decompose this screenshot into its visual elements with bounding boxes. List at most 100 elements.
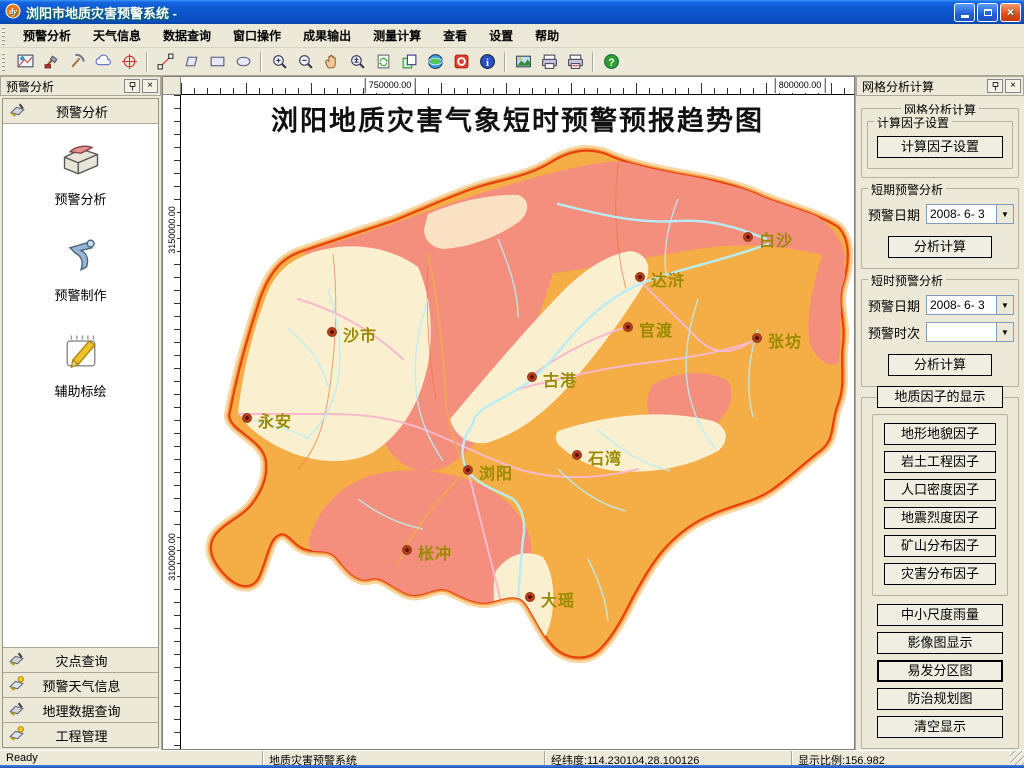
bar-label: 地理数据查询 <box>33 701 130 720</box>
menu-warning-analysis[interactable]: 预警分析 <box>12 24 82 47</box>
map-canvas[interactable]: 浏阳地质灾害气象短时预警预报趋势图 白沙 达浒 官渡 张坊 沙市 古港 永安 石… <box>181 95 854 749</box>
warning-time-combo[interactable]: ▼ <box>926 322 1014 342</box>
minimize-button[interactable] <box>954 3 975 22</box>
close-icon[interactable]: × <box>1005 79 1021 93</box>
tool-warning-make[interactable]: 预警制作 <box>3 234 158 304</box>
warning-analysis-icon[interactable] <box>12 50 38 74</box>
imagery-button[interactable]: 影像图显示 <box>877 632 1003 654</box>
svg-text:dy: dy <box>9 7 17 16</box>
rainfall-button[interactable]: 中小尺度雨量 <box>877 604 1003 626</box>
map-title: 浏阳地质灾害气象短时预警预报趋势图 <box>181 99 854 138</box>
locate-target-icon[interactable] <box>116 50 142 74</box>
refresh-page-icon[interactable] <box>370 50 396 74</box>
bar-geo-data-query[interactable]: 地理数据查询 <box>3 697 158 722</box>
resize-grip[interactable] <box>1010 751 1024 765</box>
menu-help[interactable]: 帮助 <box>524 24 570 47</box>
prevention-plan-button[interactable]: 防治规划图 <box>877 688 1003 710</box>
close-icon[interactable]: × <box>142 79 158 93</box>
population-factor-button[interactable]: 人口密度因子 <box>884 479 996 501</box>
zoom-extent-icon[interactable] <box>344 50 370 74</box>
pick-tool-icon[interactable] <box>64 50 90 74</box>
menu-bar: 预警分析 天气信息 数据查询 窗口操作 成果输出 测量计算 查看 设置 帮助 <box>0 24 1024 48</box>
geo-factor-display-button[interactable]: 地质因子的显示 <box>877 386 1003 408</box>
print-icon[interactable] <box>536 50 562 74</box>
weather-icon <box>8 725 25 745</box>
menu-settings[interactable]: 设置 <box>478 24 524 47</box>
svg-text:i: i <box>486 58 489 69</box>
geotech-factor-button[interactable]: 岩土工程因子 <box>884 451 996 473</box>
status-scale: 显示比例:156.982 <box>792 751 1010 765</box>
terrain-factor-button[interactable]: 地形地貌因子 <box>884 423 996 445</box>
draw-line-icon[interactable] <box>152 50 178 74</box>
pin-icon[interactable] <box>987 79 1003 93</box>
analyze-button-short-term[interactable]: 分析计算 <box>888 236 992 258</box>
susceptibility-map-button[interactable]: 易发分区图 <box>877 660 1003 682</box>
menu-view[interactable]: 查看 <box>432 24 478 47</box>
info-icon[interactable]: i <box>474 50 500 74</box>
clear-display-button[interactable]: 清空显示 <box>877 716 1003 738</box>
mine-factor-button[interactable]: 矿山分布因子 <box>884 535 996 557</box>
weather-icon <box>8 675 25 695</box>
close-button[interactable]: × <box>1000 3 1021 22</box>
chevron-down-icon[interactable]: ▼ <box>996 296 1013 314</box>
toolbar-grip[interactable] <box>2 53 9 71</box>
disaster-factor-button[interactable]: 灾害分布因子 <box>884 563 996 585</box>
chevron-down-icon[interactable]: ▼ <box>996 205 1013 223</box>
tool-aux-plot[interactable]: 辅助标绘 <box>3 330 158 400</box>
draw-rectangle-icon[interactable] <box>204 50 230 74</box>
left-section-label: 预警分析 <box>34 102 130 121</box>
print-preview-icon[interactable] <box>562 50 588 74</box>
nowcast-group: 短时预警分析 预警日期 2008- 6- 3 ▼ 预警时次 ▼ 分析计算 <box>861 279 1019 387</box>
cloud-annotation-icon[interactable] <box>90 50 116 74</box>
menu-data-query[interactable]: 数据查询 <box>152 24 222 47</box>
analyze-button-nowcast[interactable]: 分析计算 <box>888 354 992 376</box>
factor-buttons-box: 地形地貌因子 岩土工程因子 人口密度因子 地震烈度因子 矿山分布因子 灾害分布因… <box>872 414 1008 596</box>
bar-project-management[interactable]: 工程管理 <box>3 722 158 747</box>
right-panel-header: 网格分析计算 × <box>856 76 1024 96</box>
left-section-header[interactable]: 预警分析 <box>3 99 158 124</box>
menu-result-output[interactable]: 成果输出 <box>292 24 362 47</box>
svg-text:?: ? <box>608 57 614 69</box>
ruler-left: 3150000.00 3100000.00 <box>163 95 181 749</box>
warning-date-combo[interactable]: 2008- 6- 3 ▼ <box>926 204 1014 224</box>
tool-label: 预警分析 <box>54 189 106 208</box>
menu-measure-calc[interactable]: 测量计算 <box>362 24 432 47</box>
factor-settings-button[interactable]: 计算因子设置 <box>877 136 1003 158</box>
chevron-down-icon[interactable]: ▼ <box>996 323 1013 341</box>
image-view-icon[interactable] <box>510 50 536 74</box>
stop-record-icon[interactable] <box>448 50 474 74</box>
tool-warning-analysis[interactable]: 预警分析 <box>3 138 158 208</box>
book-icon <box>59 138 103 185</box>
zoom-in-icon[interactable] <box>266 50 292 74</box>
left-panel: 预警分析 × 预警分析 预警分析 预警制作 辅助标绘 <box>0 76 162 750</box>
plotter-icon <box>8 650 25 670</box>
seismic-factor-button[interactable]: 地震烈度因子 <box>884 507 996 529</box>
right-panel: 网格分析计算 × 网格分析计算 计算因子设置 计算因子设置 短期预警分析 预警日… <box>855 76 1024 750</box>
bar-disaster-point-query[interactable]: 灾点查询 <box>3 647 158 672</box>
pin-icon[interactable] <box>124 79 140 93</box>
pan-hand-icon[interactable] <box>318 50 344 74</box>
menu-window-ops[interactable]: 窗口操作 <box>222 24 292 47</box>
bar-warning-weather-info[interactable]: 预警天气信息 <box>3 672 158 697</box>
status-bar: Ready 地质灾害预警系统 经纬度:114.230104,28.100126 … <box>0 750 1024 765</box>
menu-weather-info[interactable]: 天气信息 <box>82 24 152 47</box>
copy-view-icon[interactable] <box>396 50 422 74</box>
menu-grip[interactable] <box>2 27 9 45</box>
restore-button[interactable] <box>977 3 998 22</box>
bar-label: 预警天气信息 <box>33 676 130 695</box>
city-marker <box>623 322 633 332</box>
city-marker <box>402 545 412 555</box>
ruler-label: 750000.00 <box>365 78 416 93</box>
draw-polygon-icon[interactable] <box>178 50 204 74</box>
city-marker <box>242 413 252 423</box>
warning-date-combo[interactable]: 2008- 6- 3 ▼ <box>926 295 1014 315</box>
warning-make-icon[interactable] <box>38 50 64 74</box>
toolbar-separator <box>260 52 262 72</box>
draw-ellipse-icon[interactable] <box>230 50 256 74</box>
status-system: 地质灾害预警系统 <box>263 751 545 765</box>
zoom-out-icon[interactable] <box>292 50 318 74</box>
web-globe-icon[interactable] <box>422 50 448 74</box>
help-icon[interactable]: ? <box>598 50 624 74</box>
map-document: 750000.00 800000.00 3150000.00 3100000.0… <box>162 76 855 750</box>
ruler-corner <box>163 77 181 95</box>
